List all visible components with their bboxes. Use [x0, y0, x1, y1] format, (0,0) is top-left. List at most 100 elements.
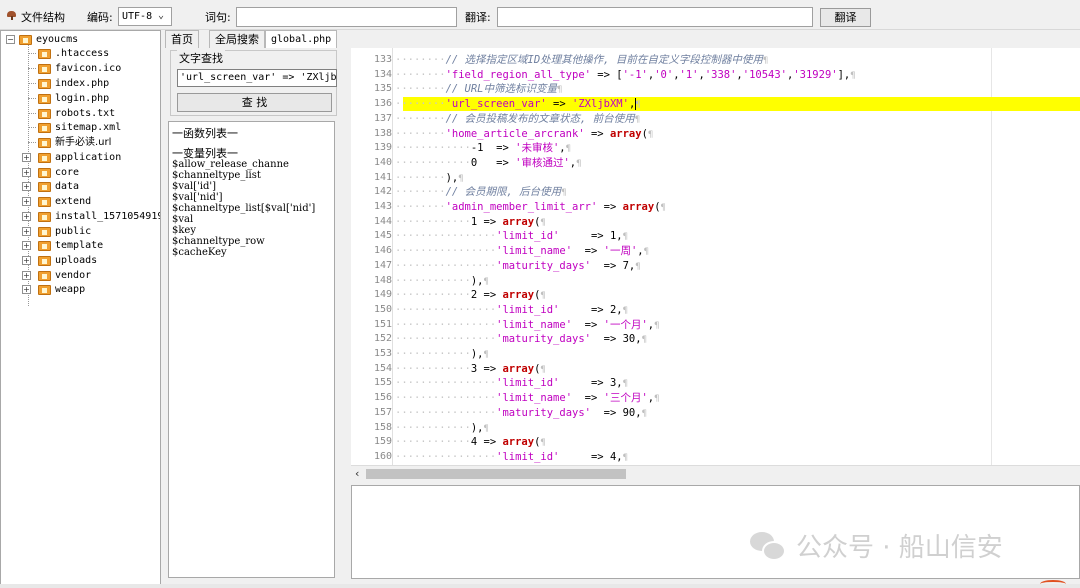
line-number: 143 — [373, 201, 392, 212]
code-line[interactable]: ················'maturity_days' => 7,¶ — [395, 259, 641, 274]
plus-icon[interactable]: + — [22, 153, 31, 162]
variable-item[interactable]: $val['id'] — [172, 181, 216, 192]
code-line[interactable]: ········'field_region_all_type' => ['-1'… — [395, 68, 856, 83]
folder-icon — [38, 271, 51, 281]
line-number: 153 — [373, 348, 392, 359]
tree-branch — [28, 83, 36, 84]
code-editor[interactable]: 133 ········// 选择指定区域ID处理其他操作, 目前在自定义字段控制… — [351, 48, 1080, 465]
tree-file[interactable]: index.php — [1, 76, 160, 91]
tree-folder[interactable]: + extend — [1, 194, 160, 209]
variable-item[interactable]: $key — [172, 225, 196, 236]
variable-item[interactable]: $channeltype_row — [172, 236, 265, 247]
code-line[interactable]: ········'admin_member_limit_arr' => arra… — [395, 200, 666, 215]
folder-icon — [38, 256, 51, 266]
accent-mark — [1040, 580, 1066, 588]
code-line[interactable]: ············0 => '审核通过',¶ — [395, 156, 582, 171]
tree-file-label: .htaccess — [55, 48, 110, 59]
plus-icon[interactable]: + — [22, 285, 31, 294]
line-number: 150 — [373, 304, 392, 315]
tree-file[interactable]: sitemap.xml — [1, 120, 160, 135]
tree-file[interactable]: .htaccess — [1, 46, 160, 61]
code-line[interactable]: ················'limit_id' => 3,¶ — [395, 376, 628, 391]
code-line[interactable]: ············),¶ — [395, 274, 489, 289]
plus-icon[interactable]: + — [22, 197, 31, 206]
code-line[interactable]: ················'maturity_days' => 30,¶ — [395, 332, 647, 347]
plus-icon[interactable]: + — [22, 168, 31, 177]
code-line[interactable]: ········// URL中筛选标识变量¶ — [395, 82, 562, 97]
code-line[interactable]: ········'url_screen_var' => 'ZXljbXM',¶ — [395, 97, 641, 112]
code-line[interactable]: ················'maturity_days' => 90,¶ — [395, 406, 647, 421]
tree-file[interactable]: 新手必读.url — [1, 135, 160, 150]
code-line[interactable]: ················'limit_name' => '一周',¶ — [395, 244, 649, 259]
code-line[interactable]: ············2 => array(¶ — [395, 288, 546, 303]
tree-file[interactable]: robots.txt — [1, 106, 160, 121]
line-number: 141 — [373, 172, 392, 183]
code-line[interactable]: ········// 选择指定区域ID处理其他操作, 目前在自定义字段控制器中使… — [395, 53, 768, 68]
tree-folder[interactable]: + application — [1, 150, 160, 165]
variable-item[interactable]: $allow_release_channe — [172, 159, 289, 170]
tree-folder[interactable]: + uploads — [1, 253, 160, 268]
find-button[interactable]: 查 找 — [177, 93, 332, 112]
encoding-select[interactable]: UTF-8 ⌄ — [118, 7, 172, 26]
code-line[interactable]: ················'limit_id' => 1,¶ — [395, 229, 628, 244]
tree-folder[interactable]: + core — [1, 165, 160, 180]
tree-file[interactable]: favicon.ico — [1, 61, 160, 76]
horizontal-scrollbar[interactable]: ‹ — [351, 465, 1080, 481]
plus-icon[interactable]: + — [22, 241, 31, 250]
variable-item[interactable]: $cacheKey — [172, 247, 227, 258]
toolbar: 文件结构 编码: UTF-8 ⌄ 词句: 翻译: 翻译 — [0, 0, 1080, 30]
variable-item[interactable]: $val['nid'] — [172, 192, 223, 203]
code-line[interactable]: ········// 会员投稿发布的文章状态, 前台使用¶ — [395, 112, 640, 127]
tab-global-search[interactable]: 全局搜索 — [209, 30, 265, 48]
encoding-label: 编码: — [87, 11, 113, 24]
line-number: 144 — [373, 216, 392, 227]
variable-item[interactable]: $val — [172, 214, 193, 225]
tree-root[interactable]: − eyoucms — [1, 32, 160, 47]
tree-file[interactable]: login.php — [1, 91, 160, 106]
tab-home[interactable]: 首页 — [165, 30, 199, 48]
translate-input[interactable] — [497, 7, 813, 27]
line-number: 136 — [373, 98, 392, 109]
tree-folder[interactable]: + install_1571054919 — [1, 209, 160, 224]
tree-folder[interactable]: + data — [1, 179, 160, 194]
code-line[interactable]: ············-1 => '未审核',¶ — [395, 141, 571, 156]
plus-icon[interactable]: + — [22, 182, 31, 191]
scroll-thumb[interactable] — [366, 469, 626, 479]
tree-folder[interactable]: + weapp — [1, 282, 160, 297]
function-list: 一函数列表一 一变量列表一 $allow_release_channe $cha… — [168, 121, 335, 578]
code-line[interactable]: ············),¶ — [395, 421, 489, 436]
word-input[interactable] — [236, 7, 457, 27]
code-line[interactable]: ········),¶ — [395, 171, 464, 186]
code-line[interactable]: ········// 会员期限, 后台使用¶ — [395, 185, 567, 200]
plus-icon[interactable]: + — [22, 271, 31, 280]
plus-icon[interactable]: + — [22, 212, 31, 221]
minus-icon[interactable]: − — [6, 35, 15, 44]
folder-icon — [38, 182, 51, 192]
variable-item[interactable]: $channeltype_list[$val['nid'] — [172, 203, 315, 214]
file-structure-label: 文件结构 — [21, 11, 65, 24]
code-line[interactable]: ············1 => array(¶ — [395, 215, 546, 230]
code-line[interactable]: ················'limit_id' => 2,¶ — [395, 303, 628, 318]
code-line[interactable]: ············),¶ — [395, 347, 489, 362]
plus-icon[interactable]: + — [22, 256, 31, 265]
tree-folder-label: vendor — [55, 270, 92, 281]
arrow-left-icon[interactable]: ‹ — [355, 467, 359, 480]
file-icon — [38, 79, 51, 89]
find-input[interactable]: 'url_screen_var' => 'ZXljbXM' — [177, 69, 337, 87]
tree-folder[interactable]: + public — [1, 224, 160, 239]
tree-folder-label: weapp — [55, 284, 86, 295]
translate-button[interactable]: 翻译 — [820, 8, 871, 27]
code-line[interactable]: ········'home_article_arcrank' => array(… — [395, 127, 653, 142]
line-number: 147 — [373, 260, 392, 271]
code-line[interactable]: ················'limit_name' => '三个月',¶ — [395, 391, 660, 406]
plus-icon[interactable]: + — [22, 227, 31, 236]
code-line[interactable]: ················'limit_name' => '一个月',¶ — [395, 318, 660, 333]
code-line[interactable]: ············3 => array(¶ — [395, 362, 546, 377]
tree-folder[interactable]: + vendor — [1, 268, 160, 283]
line-number: 152 — [373, 333, 392, 344]
tab-global-php[interactable]: global.php — [265, 30, 338, 48]
tree-folder[interactable]: + template — [1, 238, 160, 253]
variable-item[interactable]: $channeltype_list — [172, 170, 261, 181]
code-line[interactable]: ············4 => array(¶ — [395, 435, 546, 450]
code-line[interactable]: ················'limit_id' => 4,¶ — [395, 450, 628, 465]
